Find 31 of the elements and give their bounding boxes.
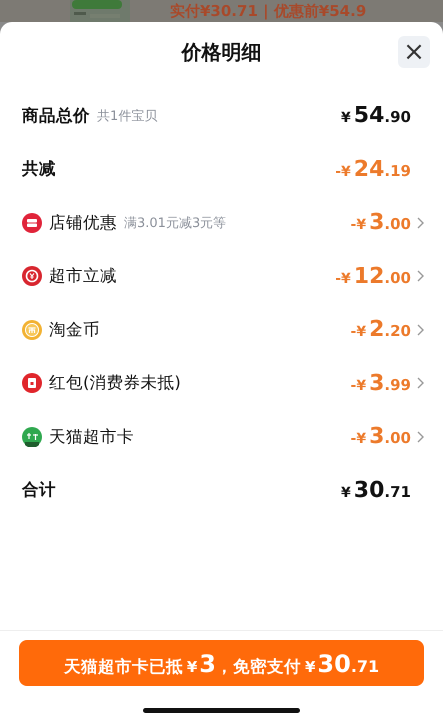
chevron-icon[interactable]: [416, 269, 425, 284]
row-label: 店铺优惠: [49, 212, 117, 234]
amount: -¥24.19: [335, 156, 411, 182]
envelope-icon: [22, 373, 42, 394]
coin-icon: [22, 320, 42, 340]
chevron-icon[interactable]: [416, 376, 425, 390]
row-label: 合计: [22, 479, 56, 502]
amount: ¥30.71: [341, 478, 411, 503]
row-note: 满3.01元减3元等: [124, 214, 226, 232]
row-label: 淘金币: [49, 318, 100, 341]
row-label: 商品总价: [22, 104, 90, 127]
close-button[interactable]: ×: [398, 36, 430, 68]
amount: -¥2.20: [350, 317, 411, 342]
row-label: 超市立减: [49, 265, 117, 288]
chevron-icon[interactable]: [416, 430, 425, 444]
amount: -¥3.00: [350, 424, 411, 450]
amount: -¥3.00: [350, 210, 411, 236]
row-label: 红包(消费券未抵): [49, 372, 181, 394]
chevron-icon[interactable]: [416, 322, 425, 337]
row-label: 天猫超市卡: [49, 426, 134, 448]
row-label: 共减: [22, 158, 56, 180]
coin-circle-icon: [22, 266, 42, 286]
shop-icon: [22, 212, 42, 233]
row-note: 共1件宝贝: [97, 108, 158, 125]
chevron-icon[interactable]: [416, 216, 425, 230]
amount: ¥54.90: [341, 103, 411, 128]
card-icon: [22, 426, 42, 447]
price-summary: 实付¥30.71 | 优惠前¥54.9: [170, 2, 366, 20]
amount: -¥3.99: [350, 370, 411, 396]
amount: -¥12.00: [335, 264, 411, 289]
sheet-title: 价格明细: [182, 38, 262, 66]
